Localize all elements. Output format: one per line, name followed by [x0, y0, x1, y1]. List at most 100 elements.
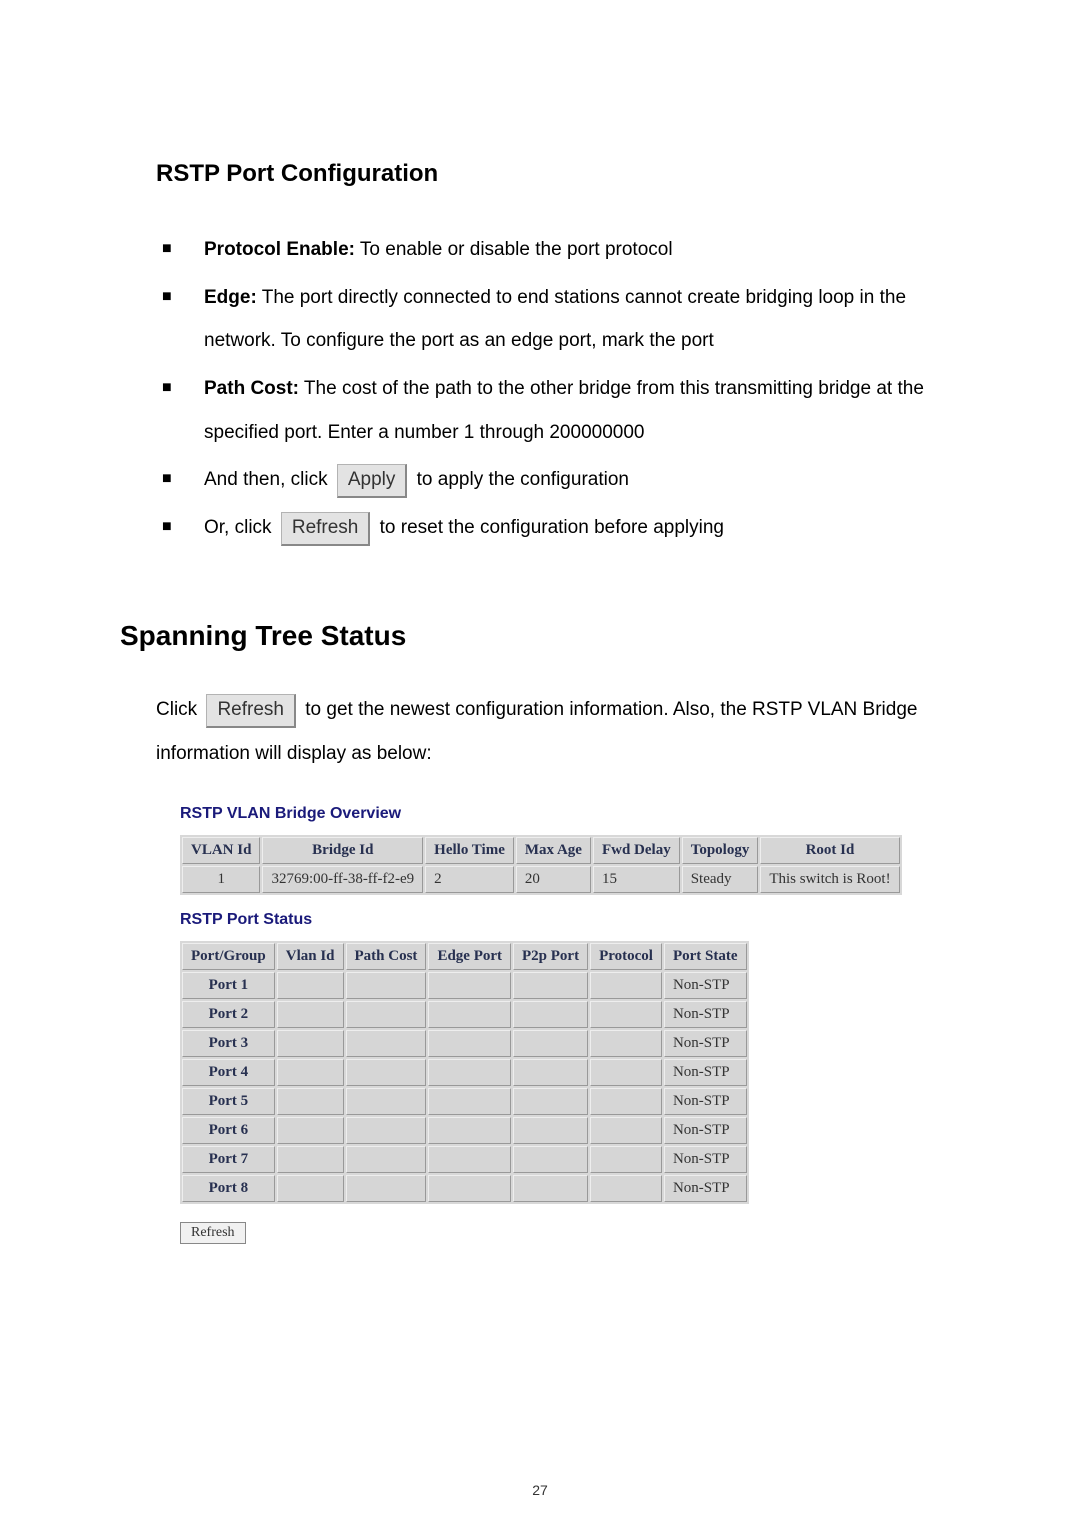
cell-port: Port 7: [182, 1146, 275, 1173]
cell-port-state: Non-STP: [664, 1117, 747, 1144]
col-hello-time: Hello Time: [425, 837, 514, 864]
col-path-cost: Path Cost: [346, 943, 427, 970]
cell-p2p-port: [513, 972, 588, 999]
cell-path-cost: [346, 1175, 427, 1202]
cell-bridge-id: 32769:00-ff-38-ff-f2-e9: [262, 866, 423, 893]
cell-p2p-port: [513, 1001, 588, 1028]
refresh-button[interactable]: Refresh: [281, 512, 371, 546]
col-vlan-id: VLAN Id: [182, 837, 260, 864]
cell-vlan-id: 1: [182, 866, 260, 893]
apply-button[interactable]: Apply: [337, 464, 408, 498]
cell-protocol: [590, 1030, 662, 1057]
refresh-button[interactable]: Refresh: [206, 694, 296, 728]
text-post: to reset the configuration before applyi…: [380, 517, 724, 538]
cell-p2p-port: [513, 1030, 588, 1057]
col-port-state: Port State: [664, 943, 747, 970]
cell-vlan-id: [277, 1001, 344, 1028]
def-item-edge: Edge: The port directly connected to end…: [156, 276, 960, 363]
cell-port: Port 2: [182, 1001, 275, 1028]
cell-path-cost: [346, 1146, 427, 1173]
bridge-overview-heading: RSTP VLAN Bridge Overview: [180, 805, 960, 823]
cell-port-state: Non-STP: [664, 1146, 747, 1173]
cell-path-cost: [346, 1088, 427, 1115]
cell-protocol: [590, 1146, 662, 1173]
cell-port: Port 3: [182, 1030, 275, 1057]
cell-port-state: Non-STP: [664, 1175, 747, 1202]
cell-port: Port 6: [182, 1117, 275, 1144]
text-post: to apply the configuration: [417, 469, 629, 490]
cell-vlan-id: [277, 1030, 344, 1057]
cell-p2p-port: [513, 1117, 588, 1144]
cell-protocol: [590, 1001, 662, 1028]
col-topology: Topology: [682, 837, 759, 864]
cell-path-cost: [346, 1001, 427, 1028]
cell-edge-port: [428, 1146, 511, 1173]
cell-edge-port: [428, 1088, 511, 1115]
cell-port: Port 8: [182, 1175, 275, 1202]
col-fwd-delay: Fwd Delay: [593, 837, 680, 864]
rstp-port-config-heading: RSTP Port Configuration: [156, 160, 960, 188]
page-number: 27: [0, 1482, 1080, 1498]
cell-port-state: Non-STP: [664, 1059, 747, 1086]
cell-port: Port 1: [182, 972, 275, 999]
port-status-table: Port/Group Vlan Id Path Cost Edge Port P…: [180, 941, 749, 1204]
def-label: Path Cost:: [204, 378, 299, 399]
cell-topology: Steady: [682, 866, 759, 893]
port-status-heading: RSTP Port Status: [180, 911, 960, 929]
text-pre: Or, click: [204, 517, 277, 538]
table-row: Port 4 Non-STP: [182, 1059, 747, 1086]
cell-max-age: 20: [516, 866, 591, 893]
cell-path-cost: [346, 1059, 427, 1086]
col-vlan-id: Vlan Id: [277, 943, 344, 970]
cell-protocol: [590, 1088, 662, 1115]
cell-protocol: [590, 1059, 662, 1086]
cell-vlan-id: [277, 1175, 344, 1202]
spanning-tree-status-heading: Spanning Tree Status: [120, 620, 960, 652]
col-port-group: Port/Group: [182, 943, 275, 970]
table-row: 1 32769:00-ff-38-ff-f2-e9 2 20 15 Steady…: [182, 866, 900, 893]
cell-port: Port 5: [182, 1088, 275, 1115]
cell-vlan-id: [277, 972, 344, 999]
text-pre: Click: [156, 699, 202, 720]
cell-port-state: Non-STP: [664, 972, 747, 999]
def-text: To enable or disable the port protocol: [355, 239, 673, 260]
cell-vlan-id: [277, 1059, 344, 1086]
status-paragraph: Click Refresh to get the newest configur…: [156, 688, 960, 775]
cell-edge-port: [428, 1117, 511, 1144]
table-header-row: Port/Group Vlan Id Path Cost Edge Port P…: [182, 943, 747, 970]
col-max-age: Max Age: [516, 837, 591, 864]
def-text: The cost of the path to the other bridge…: [204, 378, 924, 443]
def-item-path-cost: Path Cost: The cost of the path to the o…: [156, 367, 960, 454]
cell-port: Port 4: [182, 1059, 275, 1086]
cell-vlan-id: [277, 1117, 344, 1144]
cell-path-cost: [346, 972, 427, 999]
cell-p2p-port: [513, 1175, 588, 1202]
def-label: Edge:: [204, 287, 257, 308]
def-text: The port directly connected to end stati…: [204, 287, 906, 352]
table-row: Port 7 Non-STP: [182, 1146, 747, 1173]
def-item-protocol-enable: Protocol Enable: To enable or disable th…: [156, 228, 960, 272]
col-root-id: Root Id: [760, 837, 899, 864]
bridge-overview-table: VLAN Id Bridge Id Hello Time Max Age Fwd…: [180, 835, 902, 895]
table-row: Port 1 Non-STP: [182, 972, 747, 999]
cell-edge-port: [428, 972, 511, 999]
col-protocol: Protocol: [590, 943, 662, 970]
table-row: Port 5Non-STP: [182, 1088, 747, 1115]
cell-edge-port: [428, 1030, 511, 1057]
rstp-definition-list: Protocol Enable: To enable or disable th…: [120, 228, 960, 550]
cell-p2p-port: [513, 1146, 588, 1173]
cell-protocol: [590, 1117, 662, 1144]
table-row: Port 2 Non-STP: [182, 1001, 747, 1028]
cell-port-state: Non-STP: [664, 1001, 747, 1028]
cell-path-cost: [346, 1117, 427, 1144]
def-item-refresh: Or, click Refresh to reset the configura…: [156, 506, 960, 550]
cell-edge-port: [428, 1059, 511, 1086]
cell-p2p-port: [513, 1088, 588, 1115]
table-header-row: VLAN Id Bridge Id Hello Time Max Age Fwd…: [182, 837, 900, 864]
refresh-button-small[interactable]: Refresh: [180, 1222, 246, 1244]
def-label: Protocol Enable:: [204, 239, 355, 260]
cell-protocol: [590, 972, 662, 999]
col-edge-port: Edge Port: [428, 943, 511, 970]
cell-p2p-port: [513, 1059, 588, 1086]
table-row: Port 6 Non-STP: [182, 1117, 747, 1144]
